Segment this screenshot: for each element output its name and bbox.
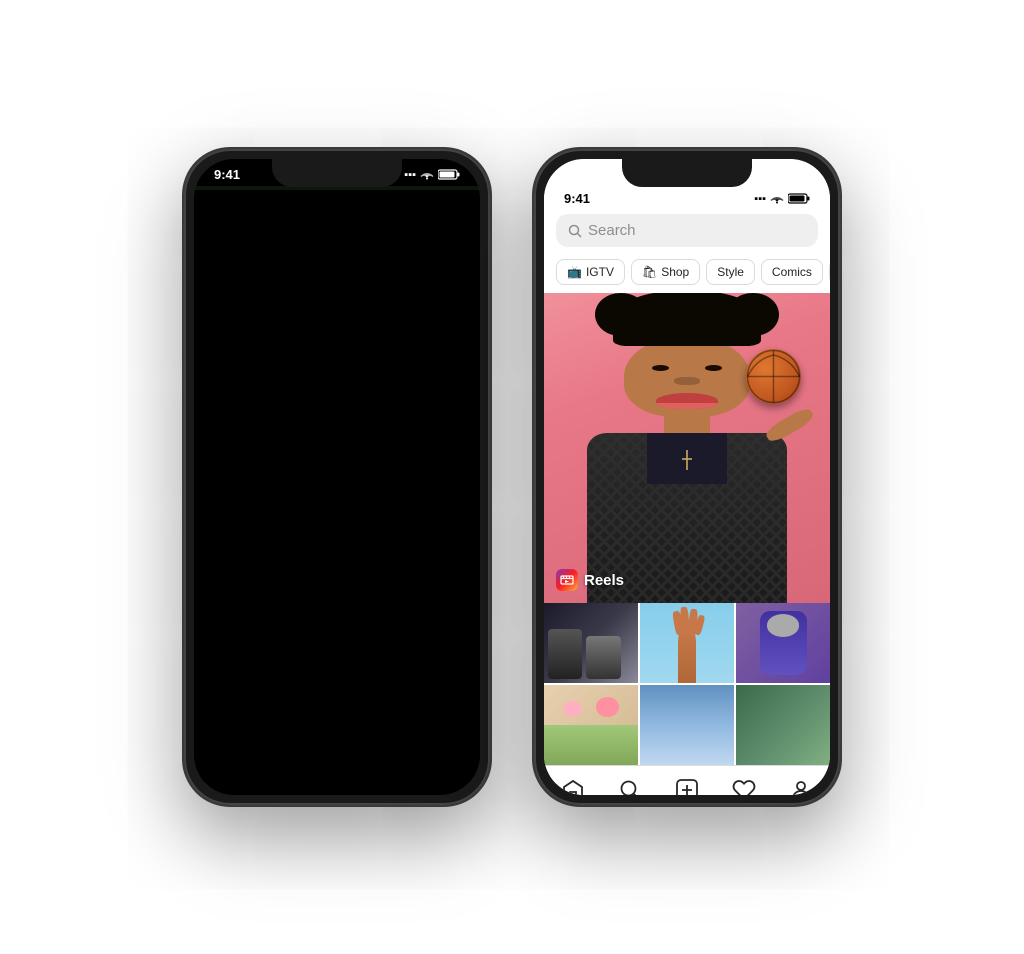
thumbnail-grid (544, 603, 830, 765)
thumb-cell-3[interactable] (736, 603, 830, 683)
bottom-nav (544, 765, 830, 795)
nav-home-button[interactable] (559, 776, 587, 795)
featured-reels[interactable]: Reels (544, 293, 830, 603)
battery-icon-right (788, 193, 810, 204)
thumb-cell-5[interactable] (640, 685, 734, 765)
comics-label: Comics (772, 265, 812, 279)
status-icons-right: ▪▪▪ (754, 193, 810, 205)
category-igtv[interactable]: 📺 IGTV (556, 259, 625, 285)
featured-image (544, 293, 830, 603)
nav-search-button[interactable] (616, 776, 644, 795)
search-bar-container: Search (544, 210, 830, 255)
nav-activity-button[interactable] (730, 776, 758, 795)
nav-profile-button[interactable] (787, 776, 815, 795)
scene: 9:41 ▪▪▪ (0, 0, 1024, 954)
wifi-icon (420, 169, 434, 180)
explore-screen: 9:41 ▪▪▪ (544, 159, 830, 795)
signal-icon: ▪▪▪ (404, 169, 416, 181)
thumb-cell-4[interactable] (544, 685, 638, 765)
search-icon (568, 224, 582, 238)
shop-label: Shop (661, 265, 689, 279)
signal-icon-right: ▪▪▪ (754, 193, 766, 205)
wifi-icon-right (770, 193, 784, 204)
status-icons-left: ▪▪▪ (404, 169, 460, 181)
notch (272, 159, 402, 187)
igtv-label: IGTV (586, 265, 614, 279)
reels-badge-icon (556, 569, 578, 591)
search-placeholder: Search (588, 222, 636, 239)
reels-badge: Reels (556, 569, 624, 591)
battery-icon (438, 169, 460, 180)
igtv-chip-icon: 📺 (567, 265, 582, 279)
status-time-right: 9:41 (564, 191, 590, 206)
left-phone: 9:41 ▪▪▪ (182, 147, 492, 807)
right-phone: 9:41 ▪▪▪ (532, 147, 842, 807)
category-style[interactable]: Style (706, 259, 755, 285)
notch-right (622, 159, 752, 187)
search-bar[interactable]: Search (556, 214, 818, 247)
reels-badge-text: Reels (584, 572, 624, 589)
category-comics[interactable]: Comics (761, 259, 823, 285)
category-shop[interactable]: 🛍 Shop (631, 259, 700, 285)
category-tv[interactable]: TV & Movies (829, 259, 830, 285)
categories-row: 📺 IGTV 🛍 Shop Style Comics TV & Movies (544, 255, 830, 293)
nav-add-button[interactable] (673, 776, 701, 795)
thumb-cell-1[interactable] (544, 603, 638, 683)
thumb-cell-2[interactable] (640, 603, 734, 683)
shop-chip-icon: 🛍 (642, 265, 657, 279)
thumb-cell-6[interactable] (736, 685, 830, 765)
status-time-left: 9:41 (214, 167, 240, 182)
style-label: Style (717, 265, 744, 279)
